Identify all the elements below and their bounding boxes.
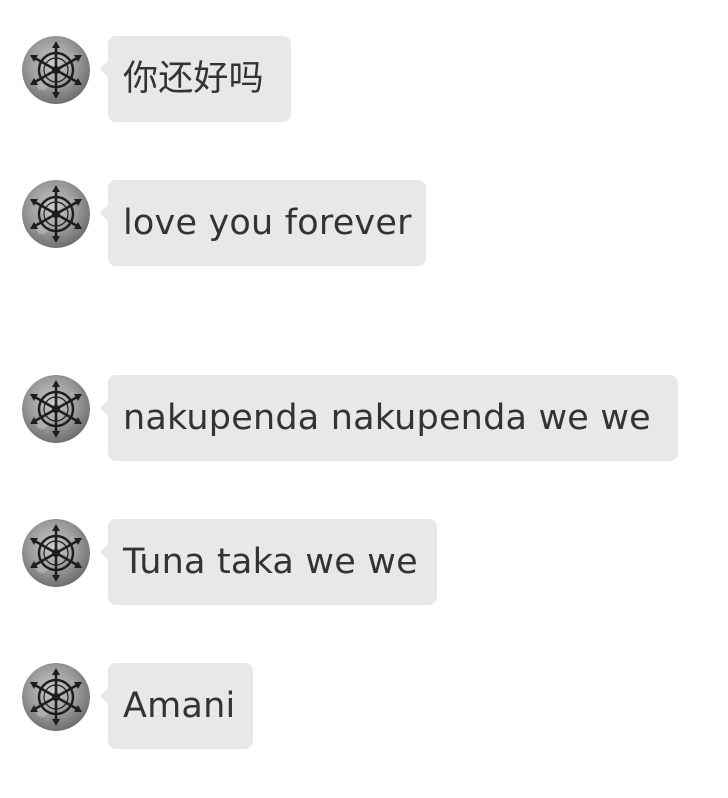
occult-sigil-icon[interactable] [22,663,90,731]
message-text: nakupenda nakupenda we we [123,397,651,438]
occult-sigil-icon[interactable] [22,519,90,587]
message-bubble[interactable]: love you forever [100,180,426,266]
message-bubble[interactable]: Amani [100,663,253,749]
message-bubble[interactable]: 你还好吗 [100,36,291,122]
occult-sigil-icon[interactable] [22,180,90,248]
occult-sigil-icon[interactable] [22,36,90,104]
message-text: Tuna taka we we [123,541,418,582]
message-bubble[interactable]: Tuna taka we we [100,519,437,605]
occult-sigil-icon[interactable] [22,375,90,443]
message-bubble[interactable]: nakupenda nakupenda we we [100,375,678,461]
message-text: Amani [123,685,236,726]
message-text: love you forever [123,202,412,243]
chat-message-list: 你还好吗 love you forever nakupenda nakupend… [0,0,728,798]
message-text: 你还好吗 [123,58,264,99]
